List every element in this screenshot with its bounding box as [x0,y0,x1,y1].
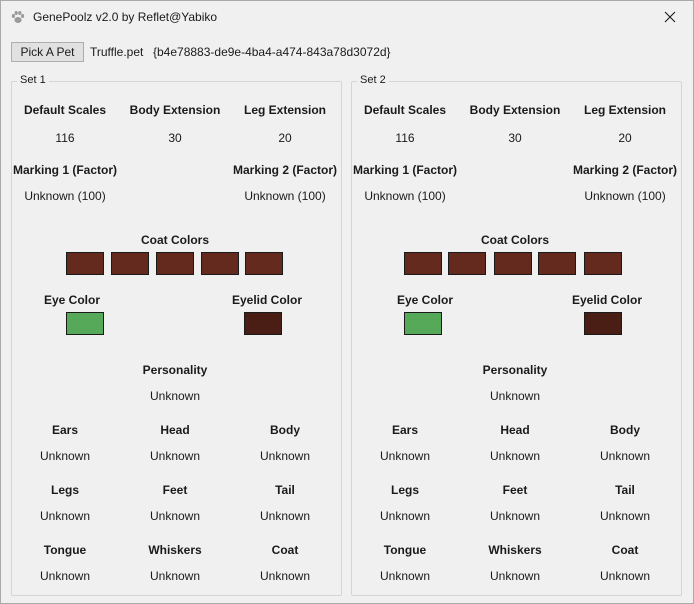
marking-1-label: Marking 1 (Factor) [352,163,457,177]
feet-label: Feet [162,483,188,497]
ears-label: Ears [391,423,419,437]
marking-1-value: Unknown (100) [364,189,446,203]
body-value: Unknown [259,449,311,463]
coat-color-swatch-2[interactable] [448,252,486,275]
eyelid-color-label: Eyelid Color [231,293,302,307]
body-label: Body [270,423,300,437]
personality-label: Personality [482,363,548,377]
whiskers-label: Whiskers [148,543,202,557]
legs-label: Legs [390,483,419,497]
coat-color-swatch-5[interactable] [245,252,283,275]
marking-1-value: Unknown (100) [24,189,106,203]
feet-label: Feet [502,483,528,497]
ears-value: Unknown [379,449,431,463]
ears-value: Unknown [39,449,91,463]
close-icon [664,11,676,23]
group-label: Set 1 [17,74,49,86]
marking-2-label: Marking 2 (Factor) [232,163,337,177]
coat-color-swatch-1[interactable] [404,252,442,275]
eyelid-color-swatch[interactable] [584,312,622,335]
personality-value: Unknown [149,389,201,403]
file-name-label: Truffle.pet [90,45,144,59]
body-label: Body [610,423,640,437]
default-scales-value: 116 [395,131,415,145]
tail-label: Tail [615,483,635,497]
eye-color-swatch[interactable] [404,312,442,335]
head-label: Head [160,423,190,437]
tongue-value: Unknown [379,569,431,583]
feet-value: Unknown [149,509,201,523]
window-title: GenePoolz v2.0 by Reflet@Yabiko [33,10,218,24]
head-value: Unknown [149,449,201,463]
tail-value: Unknown [259,509,311,523]
coat-color-swatch-1[interactable] [66,252,104,275]
eye-color-swatch[interactable] [66,312,104,335]
feet-value: Unknown [489,509,541,523]
personality-label: Personality [142,363,208,377]
tail-label: Tail [275,483,295,497]
tail-value: Unknown [599,509,651,523]
coat-color-swatch-5[interactable] [584,252,622,275]
head-label: Head [500,423,530,437]
title-bar[interactable]: GenePoolz v2.0 by Reflet@Yabiko [1,1,693,33]
tongue-label: Tongue [43,543,87,557]
marking-2-value: Unknown (100) [584,189,666,203]
leg-extension-value: 20 [278,131,292,145]
client-area: Pick A Pet Truffle.pet {b4e78883-de9e-4b… [1,33,693,603]
leg-extension-label: Leg Extension [583,103,666,117]
coat-color-swatch-3[interactable] [156,252,194,275]
eye-color-label: Eye Color [43,293,100,307]
legs-value: Unknown [379,509,431,523]
marking-2-label: Marking 2 (Factor) [572,163,677,177]
coat-value: Unknown [259,569,311,583]
coat-color-swatch-3[interactable] [494,252,532,275]
default-scales-label: Default Scales [23,103,107,117]
head-value: Unknown [489,449,541,463]
whiskers-value: Unknown [149,569,201,583]
set-1-groupbox: Set 1 Default Scales Body Extension Leg … [11,74,342,596]
pick-a-pet-button[interactable]: Pick A Pet [11,42,84,62]
coat-colors-label: Coat Colors [140,233,209,247]
body-extension-value: 30 [508,131,522,145]
body-value: Unknown [599,449,651,463]
set-2-groupbox: Set 2 Default Scales Body Extension Leg … [351,74,682,596]
app-window: GenePoolz v2.0 by Reflet@Yabiko Pick A P… [0,0,694,604]
coat-label: Coat [271,543,299,557]
coat-color-swatch-4[interactable] [201,252,239,275]
ears-label: Ears [51,423,79,437]
default-scales-label: Default Scales [363,103,447,117]
eyelid-color-label: Eyelid Color [571,293,642,307]
default-scales-value: 116 [55,131,75,145]
close-button[interactable] [647,1,693,33]
coat-value: Unknown [599,569,651,583]
personality-value: Unknown [489,389,541,403]
legs-label: Legs [50,483,79,497]
marking-2-value: Unknown (100) [244,189,326,203]
group-label: Set 2 [357,74,389,86]
coat-color-swatch-2[interactable] [111,252,149,275]
paw-icon [11,11,25,23]
leg-extension-label: Leg Extension [243,103,326,117]
legs-value: Unknown [39,509,91,523]
pet-guid-label: {b4e78883-de9e-4ba4-a474-843a78d3072d} [153,45,391,59]
coat-color-swatch-4[interactable] [538,252,576,275]
whiskers-value: Unknown [489,569,541,583]
marking-1-label: Marking 1 (Factor) [12,163,117,177]
body-extension-value: 30 [168,131,182,145]
body-extension-label: Body Extension [469,103,561,117]
tongue-value: Unknown [39,569,91,583]
tongue-label: Tongue [383,543,427,557]
leg-extension-value: 20 [618,131,632,145]
whiskers-label: Whiskers [488,543,542,557]
coat-colors-label: Coat Colors [480,233,549,247]
eyelid-color-swatch[interactable] [244,312,282,335]
eye-color-label: Eye Color [396,293,453,307]
body-extension-label: Body Extension [129,103,221,117]
coat-label: Coat [611,543,639,557]
